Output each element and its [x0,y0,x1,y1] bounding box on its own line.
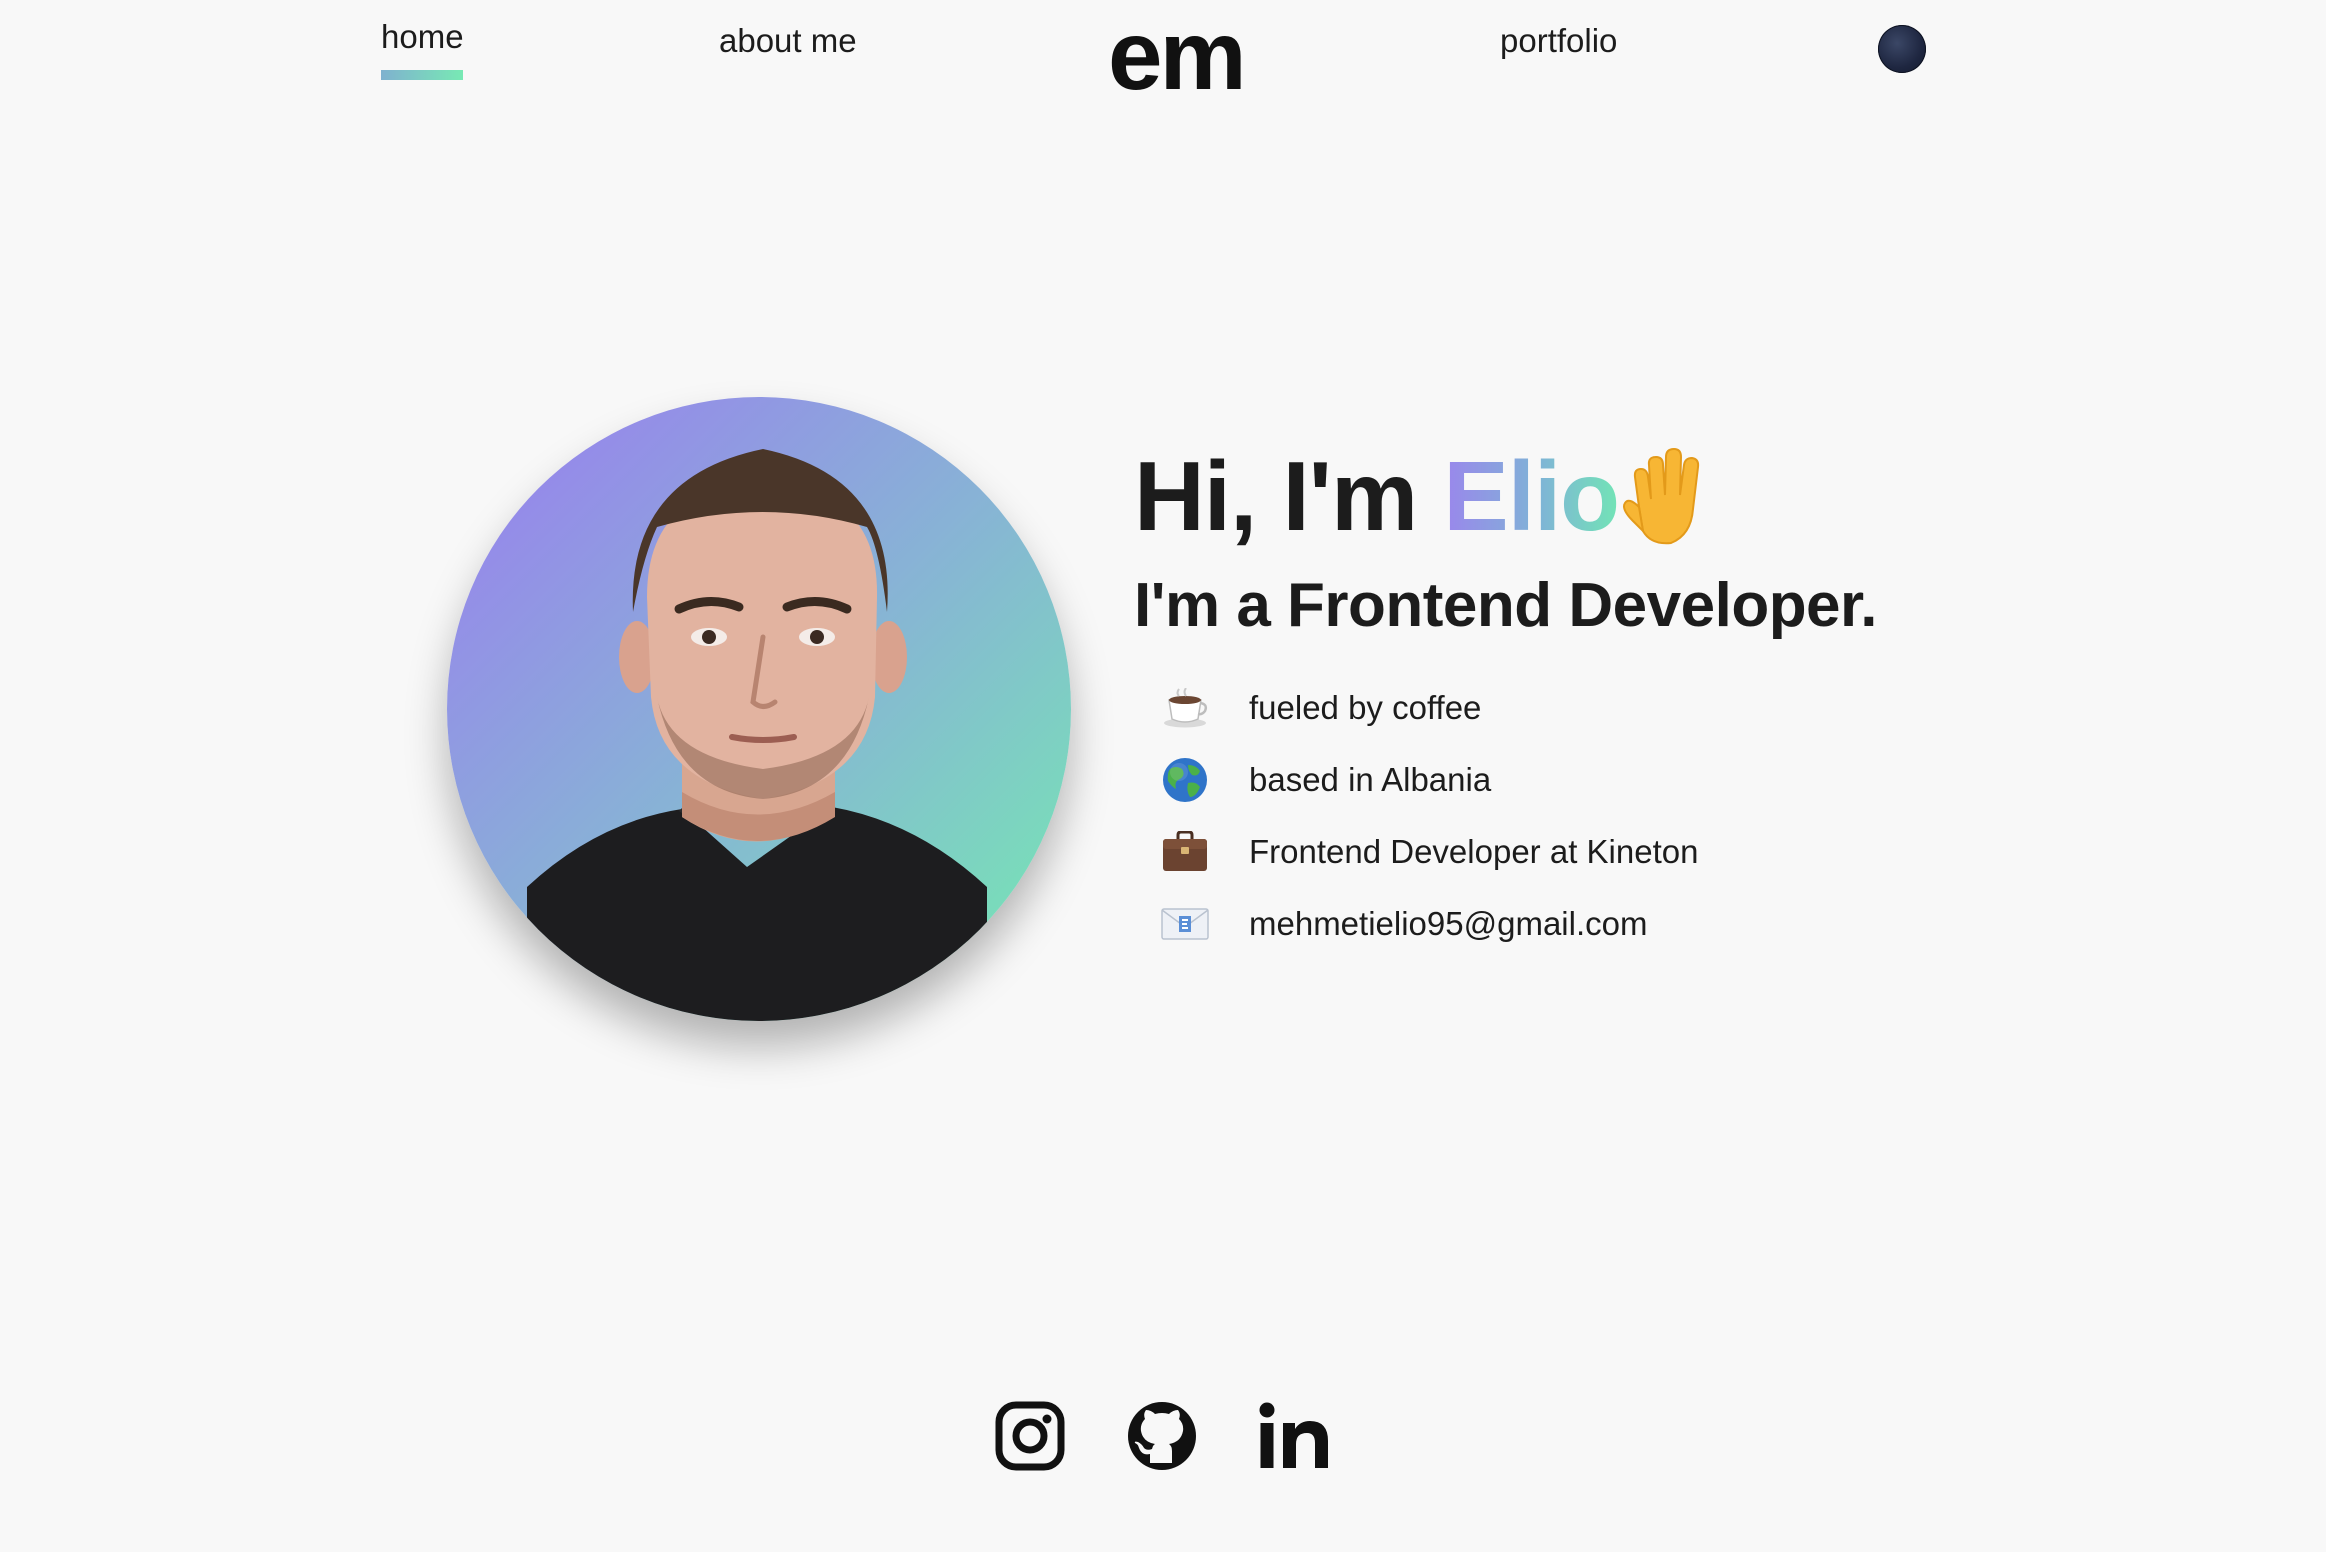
avatar-portrait-illustration [527,449,987,1021]
fact-text: Frontend Developer at Kineton [1249,833,1699,870]
profile-avatar [447,397,1071,1021]
github-icon[interactable] [1126,1400,1198,1472]
briefcase-icon [1160,827,1210,877]
fact-item-job: Frontend Developer at Kineton [1160,826,1698,878]
fact-item-email[interactable]: mehmetielio95@gmail.com [1160,898,1647,950]
nav-active-underline [381,70,463,80]
raised-hand-icon [1621,447,1713,562]
linkedin-icon[interactable] [1258,1400,1330,1472]
greeting-name: Elio [1443,441,1620,551]
nav-about-link[interactable]: about me [719,22,857,60]
fact-item-coffee: fueled by coffee [1160,682,1481,734]
globe-icon [1160,755,1210,805]
instagram-icon[interactable] [994,1400,1066,1472]
greeting-heading: Hi, I'm Elio [1134,447,1713,562]
greeting-prefix: Hi, I'm [1134,441,1444,551]
site-logo[interactable]: em [1108,6,1247,104]
coffee-icon [1160,683,1210,733]
theme-toggle-moon-icon[interactable] [1878,25,1926,73]
role-subheading: I'm a Frontend Developer. [1134,571,1877,640]
fact-item-location: based in Albania [1160,754,1491,806]
email-link[interactable]: mehmetielio95@gmail.com [1249,905,1647,943]
nav-home-link[interactable]: home [381,18,464,56]
nav-portfolio-link[interactable]: portfolio [1500,22,1617,60]
email-icon [1160,899,1210,949]
fact-text: fueled by coffee [1249,689,1482,726]
fact-text: based in Albania [1249,761,1492,798]
